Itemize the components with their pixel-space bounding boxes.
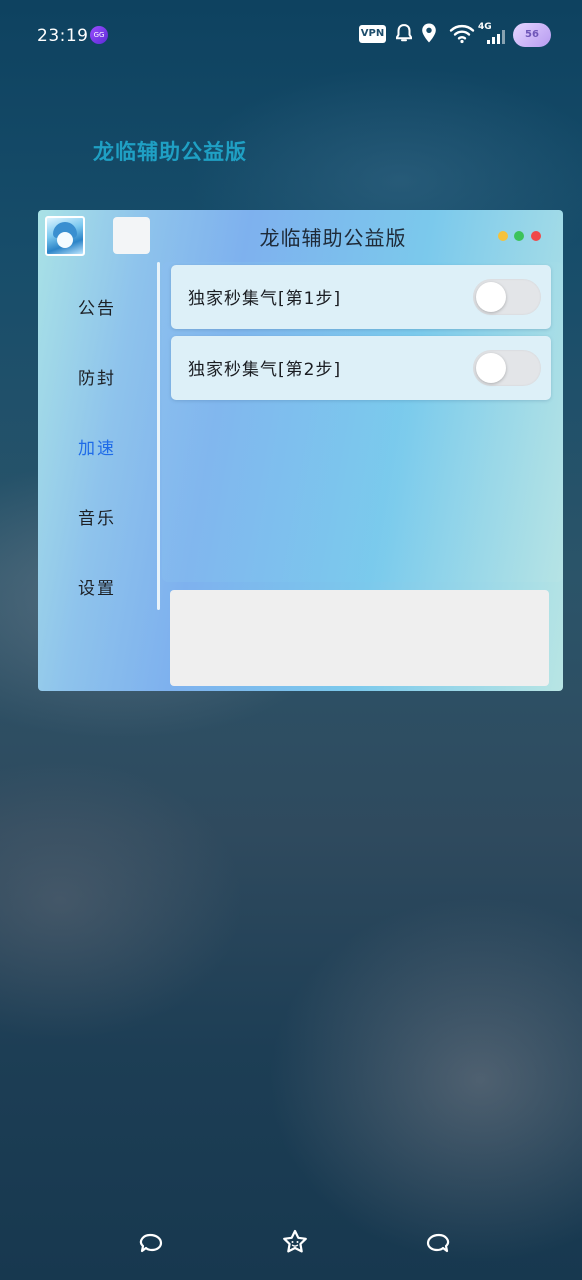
log-output-box xyxy=(170,590,549,686)
avatar[interactable] xyxy=(45,216,85,256)
sidebar-item-speedup[interactable]: 加速 xyxy=(38,429,156,469)
feature-row-step1: 独家秒集气[第1步] xyxy=(171,265,551,329)
floating-menu-window: 龙临辅助公益版 公告 防封 加速 音乐 设置 独家秒集气[第1步] 独家秒集气[… xyxy=(38,210,563,691)
sidebar-item-settings[interactable]: 设置 xyxy=(38,569,156,609)
back-icon[interactable] xyxy=(136,1228,166,1258)
feature-label: 独家秒集气[第1步] xyxy=(188,289,342,309)
sidebar: 公告 防封 加速 音乐 设置 xyxy=(38,262,156,691)
blank-button[interactable] xyxy=(113,217,150,254)
status-bar: 23:19 GG VPN 4G 56 xyxy=(0,0,582,72)
feature-label: 独家秒集气[第2步] xyxy=(188,360,342,380)
app-notification-icon: GG xyxy=(90,26,108,44)
sidebar-item-anti-ban[interactable]: 防封 xyxy=(38,359,156,399)
sidebar-scrollbar[interactable] xyxy=(157,262,160,610)
vpn-badge: VPN xyxy=(359,25,386,43)
recents-icon[interactable] xyxy=(423,1228,453,1258)
window-titlebar[interactable]: 龙临辅助公益版 xyxy=(38,210,563,262)
location-icon xyxy=(422,23,436,43)
maximize-dot-icon[interactable] xyxy=(514,231,524,241)
home-icon[interactable] xyxy=(280,1228,310,1258)
toggle-switch-step1[interactable] xyxy=(473,279,541,315)
feature-row-step2: 独家秒集气[第2步] xyxy=(171,336,551,400)
sidebar-item-music[interactable]: 音乐 xyxy=(38,499,156,539)
status-time: 23:19 xyxy=(37,26,89,46)
page-title: 龙临辅助公益版 xyxy=(93,140,247,164)
bell-icon xyxy=(396,23,412,42)
window-title: 龙临辅助公益版 xyxy=(259,226,407,250)
signal-icon xyxy=(487,30,505,44)
sidebar-item-announcement[interactable]: 公告 xyxy=(38,289,156,329)
wifi-icon xyxy=(449,24,475,44)
battery-indicator: 56 xyxy=(513,23,551,47)
toggle-switch-step2[interactable] xyxy=(473,350,541,386)
close-dot-icon[interactable] xyxy=(531,231,541,241)
minimize-dot-icon[interactable] xyxy=(498,231,508,241)
